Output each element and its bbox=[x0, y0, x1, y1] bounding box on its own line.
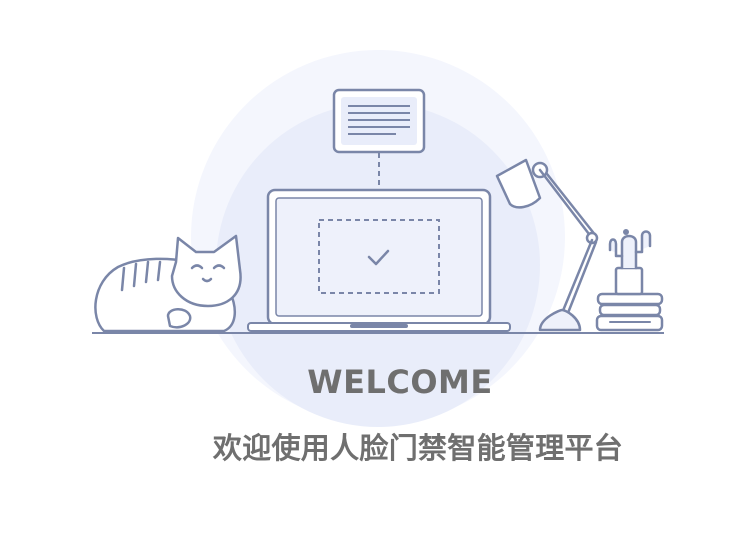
laptop-icon bbox=[247, 188, 511, 332]
welcome-subtitle: 欢迎使用人脸门禁智能管理平台 bbox=[212, 431, 624, 465]
books-cactus-icon bbox=[595, 229, 664, 332]
document-card-icon bbox=[332, 88, 426, 154]
cat-icon bbox=[94, 234, 242, 333]
welcome-title: WELCOME bbox=[307, 363, 493, 401]
